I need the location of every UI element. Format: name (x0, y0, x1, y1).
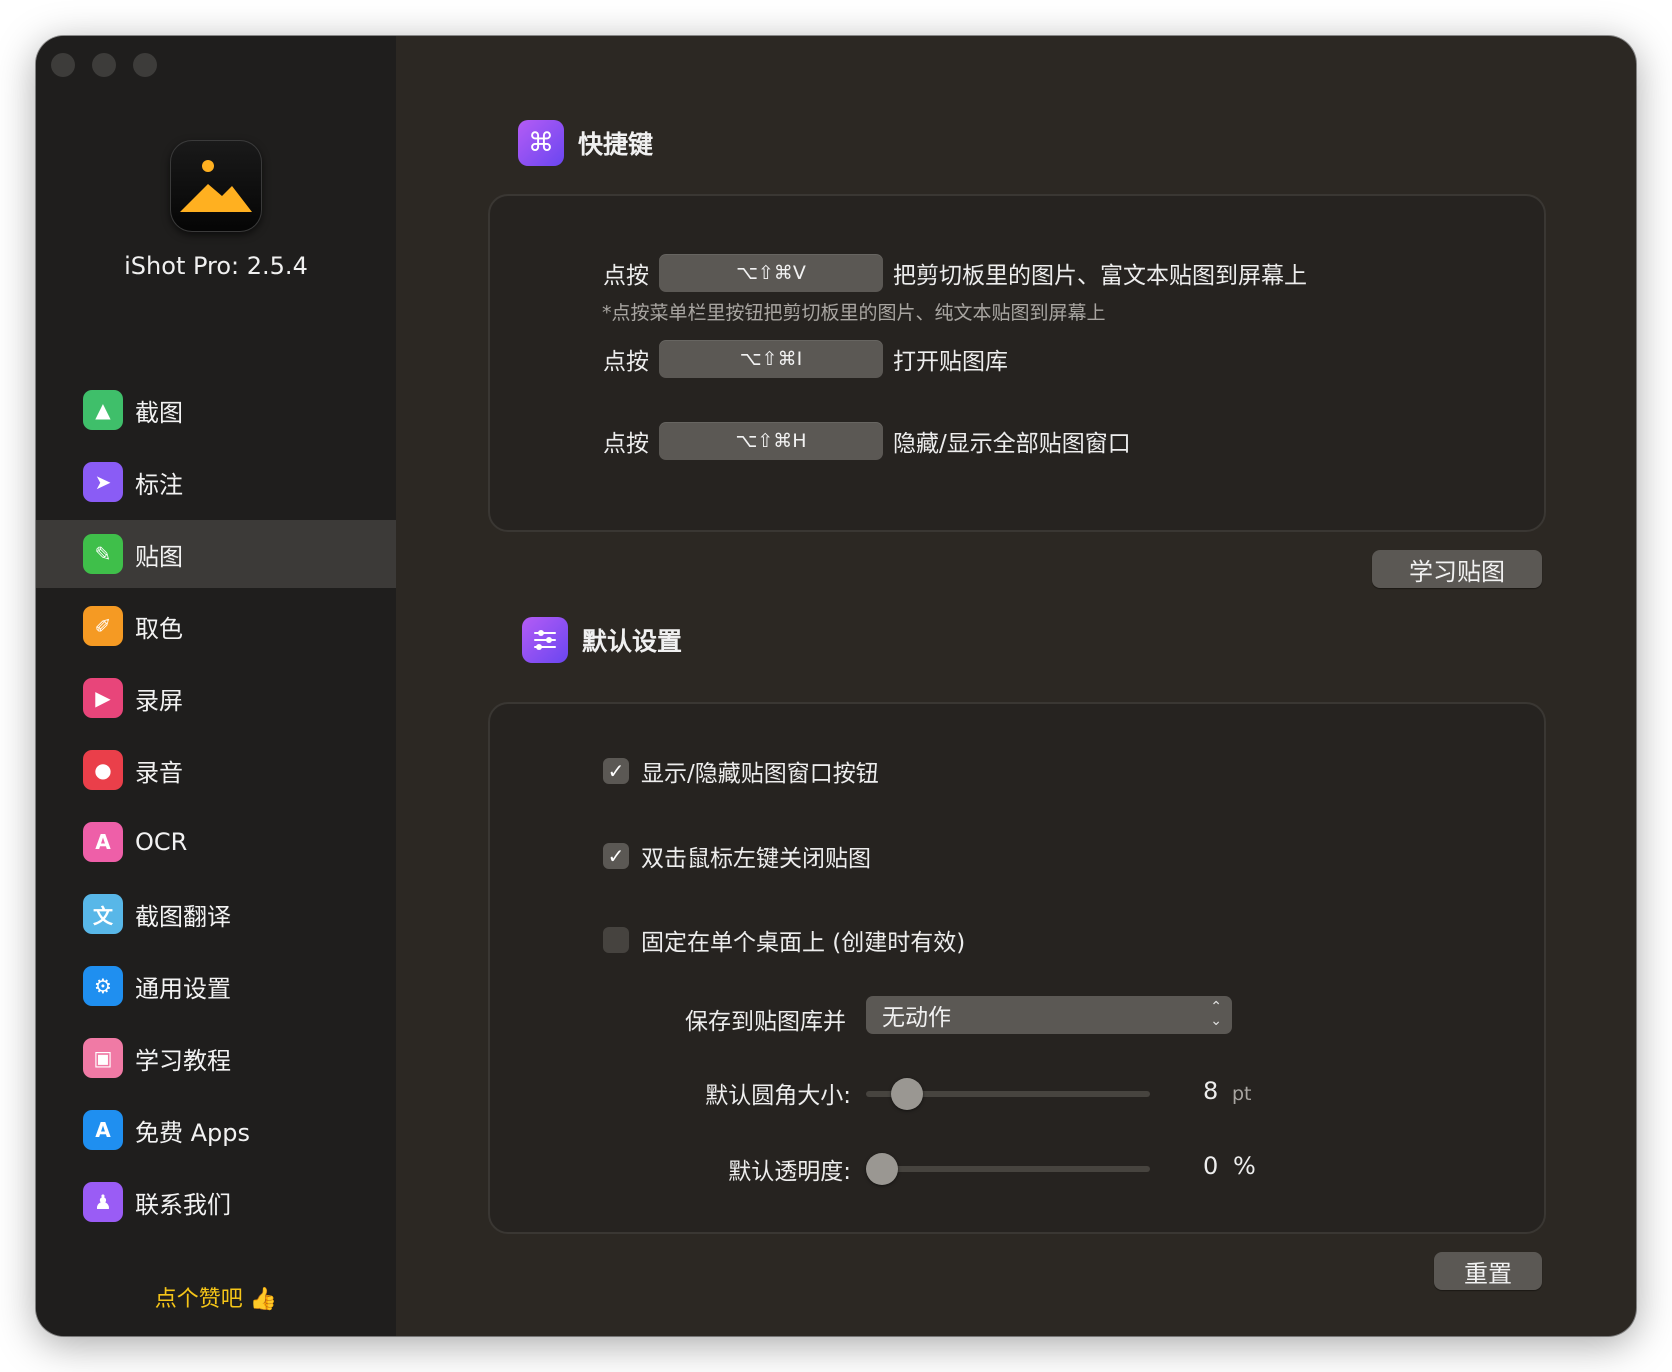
window-controls (51, 53, 157, 77)
check-label: 显示/隐藏贴图窗口按钮 (641, 761, 879, 787)
save-action-value: 无动作 (882, 1005, 951, 1031)
app-logo-icon (170, 140, 262, 232)
save-label: 保存到贴图库并 (685, 1009, 846, 1035)
shortcut-row-toggle: 点按 ⌥⇧⌘H 隐藏/显示全部贴图窗口 (603, 422, 1131, 460)
shortcut-key-library[interactable]: ⌥⇧⌘I (659, 340, 883, 378)
sidebar-item-2[interactable]: ✎ 贴图 (36, 520, 396, 588)
command-icon: ⌘ (518, 120, 564, 166)
sidebar-item-11[interactable]: ♟ 联系我们 (36, 1168, 396, 1236)
sidebar-item-label: 学习教程 (135, 1046, 231, 1075)
select-arrows-icon: ⌃ ⌄ (1210, 999, 1222, 1029)
corner-value: 8 (1203, 1077, 1219, 1105)
check-label: 双击鼠标左键关闭贴图 (641, 846, 871, 872)
sidebar-item-9[interactable]: ▣ 学习教程 (36, 1024, 396, 1092)
opacity-unit: % (1233, 1152, 1256, 1180)
sidebar-item-4[interactable]: ▶ 录屏 (36, 664, 396, 732)
sidebar-item-label: 标注 (135, 470, 183, 499)
check-show-hide-button[interactable]: ✓ 显示/隐藏贴图窗口按钮 (603, 754, 879, 788)
sidebar-item-label: 免费 Apps (135, 1118, 251, 1147)
cursor-icon: ➤ (83, 462, 123, 502)
sidebar-item-1[interactable]: ➤ 标注 (36, 448, 396, 516)
sidebar-item-label: 截图 (135, 398, 183, 427)
defaults-header: 默认设置 (522, 617, 682, 663)
reset-button[interactable]: 重置 (1434, 1252, 1542, 1290)
sidebar-item-6[interactable]: A OCR (36, 808, 396, 876)
sidebar-item-label: 截图翻译 (135, 902, 231, 931)
image-icon: ▲ (83, 390, 123, 430)
minimize-window-button[interactable] (92, 53, 116, 77)
checkbox-checked[interactable]: ✓ (603, 843, 629, 869)
shortcut-hint: *点按菜单栏里按钮把剪切板里的图片、纯文本贴图到屏幕上 (602, 302, 1106, 324)
corner-label: 默认圆角大小: (705, 1083, 851, 1109)
check-double-click-close[interactable]: ✓ 双击鼠标左键关闭贴图 (603, 839, 871, 873)
sidebar-item-label: OCR (135, 828, 188, 856)
shortcuts-title: 快捷键 (578, 130, 654, 159)
like-link[interactable]: 点个赞吧 👍 (36, 1281, 396, 1313)
defaults-title: 默认设置 (582, 627, 683, 656)
gear-icon: ⚙ (83, 966, 123, 1006)
video-icon: ▶ (83, 678, 123, 718)
sidebar-item-label: 取色 (135, 614, 183, 643)
shortcuts-header: ⌘ 快捷键 (518, 120, 653, 166)
shortcut-desc: 隐藏/显示全部贴图窗口 (893, 431, 1131, 457)
shortcut-key-paste[interactable]: ⌥⇧⌘V (659, 254, 883, 292)
sidebar-item-label: 通用设置 (135, 974, 231, 1003)
people-icon: ♟ (83, 1182, 123, 1222)
sidebar-item-5[interactable]: ● 录音 (36, 736, 396, 804)
film-icon: ▣ (83, 1038, 123, 1078)
sidebar-nav: ▲ 截图 ➤ 标注 ✎ 贴图 ✐ 取色 ▶ 录屏 ● 录音 A OCR 文截图翻译 ⚙ 通用设置 ▣ 学习教程 A 免费… (36, 376, 396, 1240)
opacity-slider-track[interactable] (866, 1166, 1150, 1172)
opacity-slider-thumb[interactable] (866, 1153, 898, 1185)
shortcut-row-paste: 点按 ⌥⇧⌘V 把剪切板里的图片、富文本贴图到屏幕上 (603, 254, 1307, 292)
shortcut-row-library: 点按 ⌥⇧⌘I 打开贴图库 (603, 340, 1008, 378)
save-action-select[interactable]: 无动作 ⌃ ⌄ (866, 996, 1232, 1034)
corner-unit: pt (1232, 1083, 1252, 1105)
learn-pin-button[interactable]: 学习贴图 (1372, 550, 1542, 588)
close-window-button[interactable] (51, 53, 75, 77)
app-window: iShot Pro: 2.5.4 ▲ 截图 ➤ 标注 ✎ 贴图 ✐ 取色 ▶ 录屏 ● 录音 A OCR 文… (36, 36, 1636, 1336)
sidebar-item-0[interactable]: ▲ 截图 (36, 376, 396, 444)
shortcut-prefix: 点按 (603, 349, 649, 375)
check-pin-desktop[interactable]: 固定在单个桌面上 (创建时有效) (603, 923, 965, 957)
shortcut-key-toggle[interactable]: ⌥⇧⌘H (659, 422, 883, 460)
checkbox-unchecked[interactable] (603, 927, 629, 953)
sidebar-item-label: 录屏 (135, 686, 183, 715)
check-label: 固定在单个桌面上 (创建时有效) (641, 930, 966, 956)
sidebar-item-label: 联系我们 (135, 1190, 231, 1219)
appstore-icon: A (83, 1110, 123, 1150)
translate-icon: 文 (83, 894, 123, 934)
zoom-window-button[interactable] (133, 53, 157, 77)
shortcut-desc: 把剪切板里的图片、富文本贴图到屏幕上 (893, 263, 1307, 289)
opacity-value: 0 (1203, 1152, 1219, 1180)
sidebar-item-8[interactable]: ⚙ 通用设置 (36, 952, 396, 1020)
sidebar: iShot Pro: 2.5.4 ▲ 截图 ➤ 标注 ✎ 贴图 ✐ 取色 ▶ 录屏 ● 录音 A OCR 文… (36, 36, 396, 1336)
ocr-icon: A (83, 822, 123, 862)
corner-slider-thumb[interactable] (891, 1078, 924, 1110)
shortcut-desc: 打开贴图库 (893, 349, 1008, 375)
microphone-icon: ● (83, 750, 123, 790)
sidebar-item-10[interactable]: A 免费 Apps (36, 1096, 396, 1164)
sliders-icon (522, 617, 568, 663)
pin-icon: ✎ (83, 534, 123, 574)
checkbox-checked[interactable]: ✓ (603, 758, 629, 784)
shortcut-prefix: 点按 (603, 263, 649, 289)
opacity-label: 默认透明度: (728, 1159, 851, 1185)
app-version: iShot Pro: 2.5.4 (124, 252, 308, 280)
sidebar-item-7[interactable]: 文截图翻译 (36, 880, 396, 948)
sidebar-item-3[interactable]: ✐ 取色 (36, 592, 396, 660)
eyedropper-icon: ✐ (83, 606, 123, 646)
sidebar-item-label: 录音 (135, 758, 183, 787)
sidebar-item-label: 贴图 (135, 542, 183, 571)
shortcut-prefix: 点按 (603, 431, 649, 457)
